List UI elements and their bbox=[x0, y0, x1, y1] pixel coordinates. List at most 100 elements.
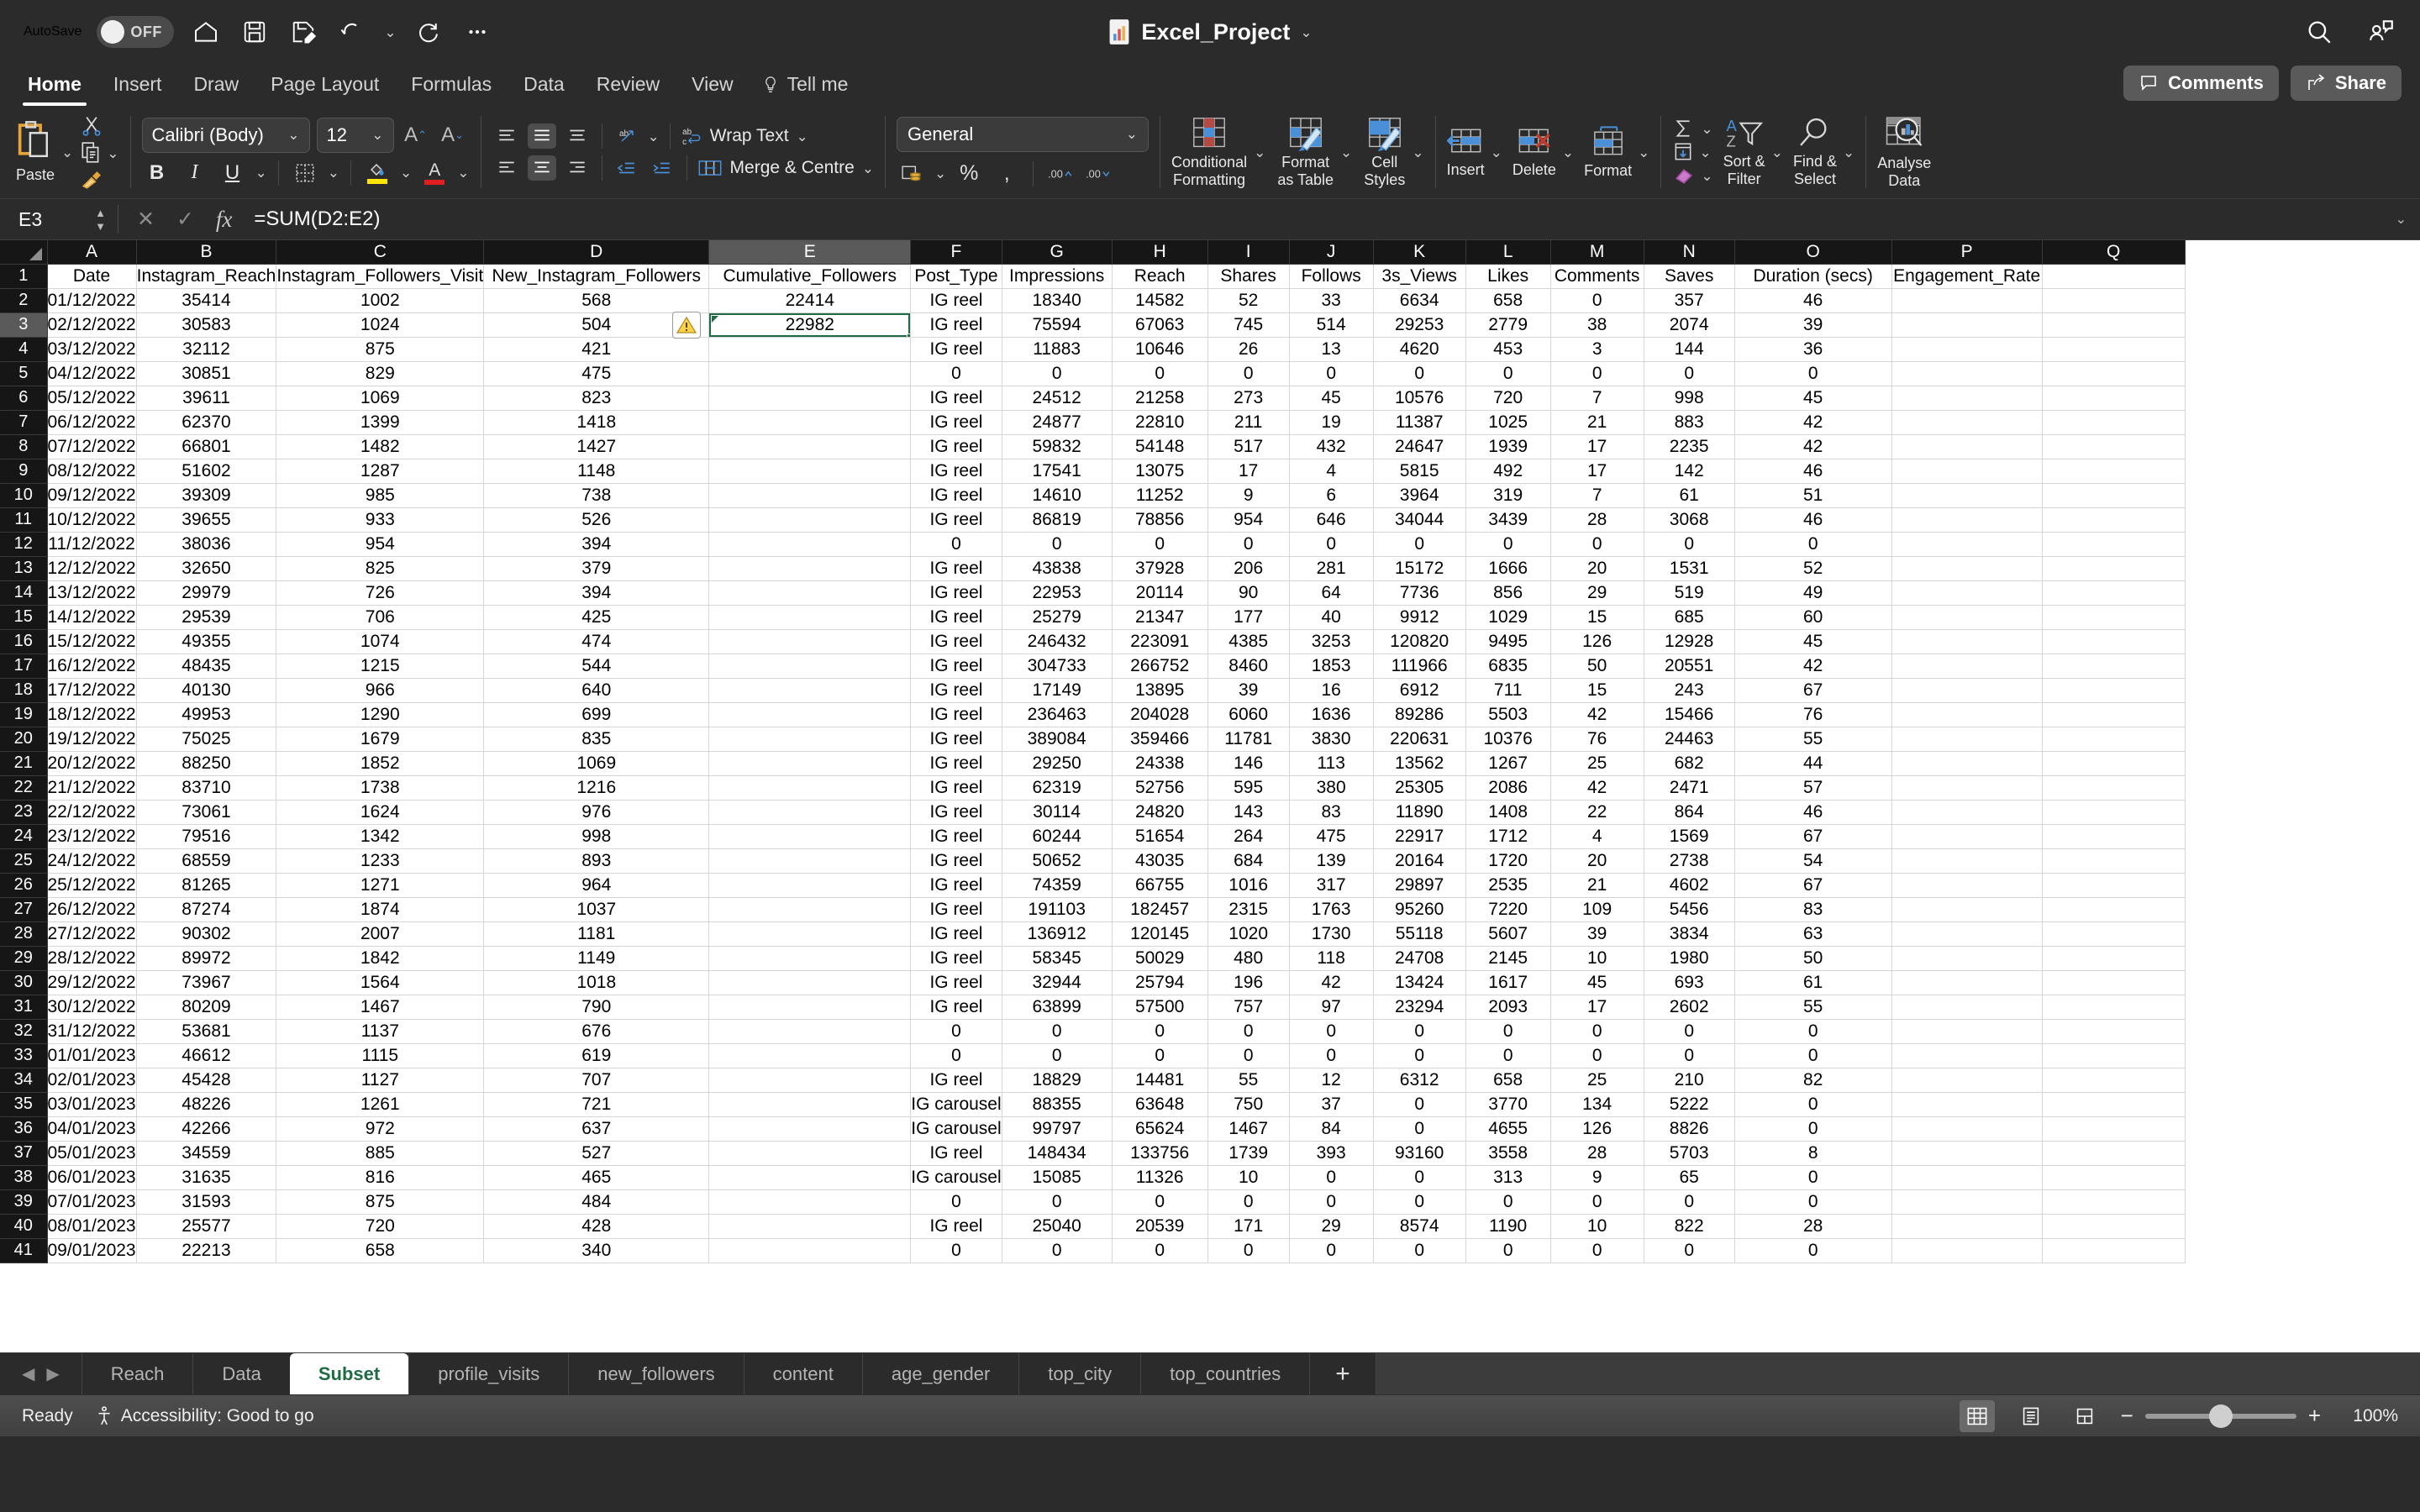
tab-formulas[interactable]: Formulas bbox=[395, 69, 508, 106]
cell-G39[interactable]: 0 bbox=[1002, 1189, 1113, 1215]
cell-J9[interactable]: 4 bbox=[1289, 459, 1374, 484]
row-header-41[interactable]: 41 bbox=[0, 1238, 48, 1263]
cell-C16[interactable]: 1074 bbox=[276, 629, 485, 654]
cell-B20[interactable]: 75025 bbox=[136, 727, 277, 752]
row-header-3[interactable]: 3 bbox=[0, 312, 48, 338]
cell-A41[interactable]: 09/01/2023 bbox=[47, 1238, 137, 1263]
cell-M29[interactable]: 10 bbox=[1550, 946, 1644, 971]
cell-I25[interactable]: 684 bbox=[1207, 848, 1290, 874]
cell-P15[interactable] bbox=[1891, 605, 2043, 630]
cell-F11[interactable]: IG reel bbox=[910, 507, 1002, 533]
comma-style-button[interactable]: , bbox=[992, 160, 1022, 188]
cell-C38[interactable]: 816 bbox=[276, 1165, 485, 1190]
cell-A16[interactable]: 15/12/2022 bbox=[47, 629, 137, 654]
cell-O25[interactable]: 54 bbox=[1734, 848, 1892, 874]
cell-O26[interactable]: 67 bbox=[1734, 873, 1892, 898]
cell-A1[interactable]: Date bbox=[47, 264, 137, 289]
cell-J16[interactable]: 3253 bbox=[1289, 629, 1374, 654]
cell-F3[interactable]: IG reel bbox=[910, 312, 1002, 338]
tab-data[interactable]: Data bbox=[508, 69, 581, 106]
cell-O23[interactable]: 46 bbox=[1734, 800, 1892, 825]
cell-L36[interactable]: 4655 bbox=[1465, 1116, 1551, 1142]
row-header-19[interactable]: 19 bbox=[0, 702, 48, 727]
cell-E37[interactable] bbox=[708, 1141, 912, 1166]
row-header-16[interactable]: 16 bbox=[0, 629, 48, 654]
paste-button[interactable]: Paste bbox=[16, 120, 55, 184]
wrap-text-chevron-down-icon[interactable]: ⌄ bbox=[797, 129, 808, 144]
tab-view[interactable]: View bbox=[676, 69, 749, 106]
tab-draw[interactable]: Draw bbox=[177, 69, 255, 106]
cell-E6[interactable] bbox=[708, 386, 912, 411]
sheet-tab-Subset[interactable]: Subset bbox=[289, 1353, 409, 1394]
increase-indent-button[interactable] bbox=[648, 155, 676, 181]
cell-G36[interactable]: 99797 bbox=[1002, 1116, 1113, 1142]
cell-P26[interactable] bbox=[1891, 873, 2043, 898]
cell-G21[interactable]: 29250 bbox=[1002, 751, 1113, 776]
cell-C7[interactable]: 1399 bbox=[276, 410, 485, 435]
cell-K13[interactable]: 15172 bbox=[1373, 556, 1466, 581]
cell-G12[interactable]: 0 bbox=[1002, 532, 1113, 557]
cell-A10[interactable]: 09/12/2022 bbox=[47, 483, 137, 508]
cell-E38[interactable] bbox=[708, 1165, 912, 1190]
cell-P37[interactable] bbox=[1891, 1141, 2043, 1166]
cell-F6[interactable]: IG reel bbox=[910, 386, 1002, 411]
cell-L15[interactable]: 1029 bbox=[1465, 605, 1551, 630]
align-bottom-button[interactable] bbox=[563, 123, 592, 149]
zoom-level[interactable]: 100% bbox=[2339, 1406, 2398, 1426]
cell-F2[interactable]: IG reel bbox=[910, 288, 1002, 313]
cell-J38[interactable]: 0 bbox=[1289, 1165, 1374, 1190]
cell-E18[interactable] bbox=[708, 678, 912, 703]
cell-K34[interactable]: 6312 bbox=[1373, 1068, 1466, 1093]
cell-K38[interactable]: 0 bbox=[1373, 1165, 1466, 1190]
cell-E11[interactable] bbox=[708, 507, 912, 533]
cell-F23[interactable]: IG reel bbox=[910, 800, 1002, 825]
zoom-out-button[interactable]: − bbox=[2121, 1403, 2133, 1429]
format-as-table-button[interactable]: Format as Table bbox=[1277, 116, 1334, 188]
cell-A34[interactable]: 02/01/2023 bbox=[47, 1068, 137, 1093]
cell-B18[interactable]: 40130 bbox=[136, 678, 277, 703]
cell-H22[interactable]: 52756 bbox=[1112, 775, 1208, 801]
cell-E13[interactable] bbox=[708, 556, 912, 581]
column-header-N[interactable]: N bbox=[1644, 240, 1735, 265]
bold-button[interactable]: B bbox=[142, 159, 172, 187]
cell-F14[interactable]: IG reel bbox=[910, 580, 1002, 606]
cell-M4[interactable]: 3 bbox=[1550, 337, 1644, 362]
cell-N32[interactable]: 0 bbox=[1644, 1019, 1735, 1044]
cell-I21[interactable]: 146 bbox=[1207, 751, 1290, 776]
cell-K28[interactable]: 55118 bbox=[1373, 921, 1466, 947]
cell-F33[interactable]: 0 bbox=[910, 1043, 1002, 1068]
row-header-1[interactable]: 1 bbox=[0, 264, 48, 289]
cell-C22[interactable]: 1738 bbox=[276, 775, 485, 801]
font-family-select[interactable]: Calibri (Body) ⌄ bbox=[141, 117, 310, 153]
cell-Q12[interactable] bbox=[2042, 532, 2186, 557]
cell-Q39[interactable] bbox=[2042, 1189, 2186, 1215]
cell-J41[interactable]: 0 bbox=[1289, 1238, 1374, 1263]
cell-I11[interactable]: 954 bbox=[1207, 507, 1290, 533]
cell-P18[interactable] bbox=[1891, 678, 2043, 703]
cell-Q37[interactable] bbox=[2042, 1141, 2186, 1166]
cell-J6[interactable]: 45 bbox=[1289, 386, 1374, 411]
decrease-font-size-button[interactable]: A ⌄ bbox=[438, 121, 468, 150]
cell-M10[interactable]: 7 bbox=[1550, 483, 1644, 508]
analyse-data-button[interactable]: Analyse Data bbox=[1877, 115, 1931, 189]
cell-H34[interactable]: 14481 bbox=[1112, 1068, 1208, 1093]
cell-L19[interactable]: 5503 bbox=[1465, 702, 1551, 727]
page-break-icon[interactable] bbox=[2067, 1400, 2102, 1432]
cell-J33[interactable]: 0 bbox=[1289, 1043, 1374, 1068]
cell-M11[interactable]: 28 bbox=[1550, 507, 1644, 533]
cell-J4[interactable]: 13 bbox=[1289, 337, 1374, 362]
cell-G11[interactable]: 86819 bbox=[1002, 507, 1113, 533]
cell-E9[interactable] bbox=[708, 459, 912, 484]
cell-A17[interactable]: 16/12/2022 bbox=[47, 654, 137, 679]
cell-G34[interactable]: 18829 bbox=[1002, 1068, 1113, 1093]
accessibility-status[interactable]: Accessibility: Good to go bbox=[95, 1406, 314, 1426]
cell-L6[interactable]: 720 bbox=[1465, 386, 1551, 411]
cell-B15[interactable]: 29539 bbox=[136, 605, 277, 630]
sort-filter-chevron-down-icon[interactable]: ⌄ bbox=[1771, 145, 1783, 160]
cell-N23[interactable]: 864 bbox=[1644, 800, 1735, 825]
cell-E21[interactable] bbox=[708, 751, 912, 776]
cell-N15[interactable]: 685 bbox=[1644, 605, 1735, 630]
align-center-button[interactable] bbox=[527, 155, 556, 181]
sheet-tab-age_gender[interactable]: age_gender bbox=[861, 1353, 1018, 1394]
autosum-button[interactable] bbox=[1672, 118, 1696, 139]
